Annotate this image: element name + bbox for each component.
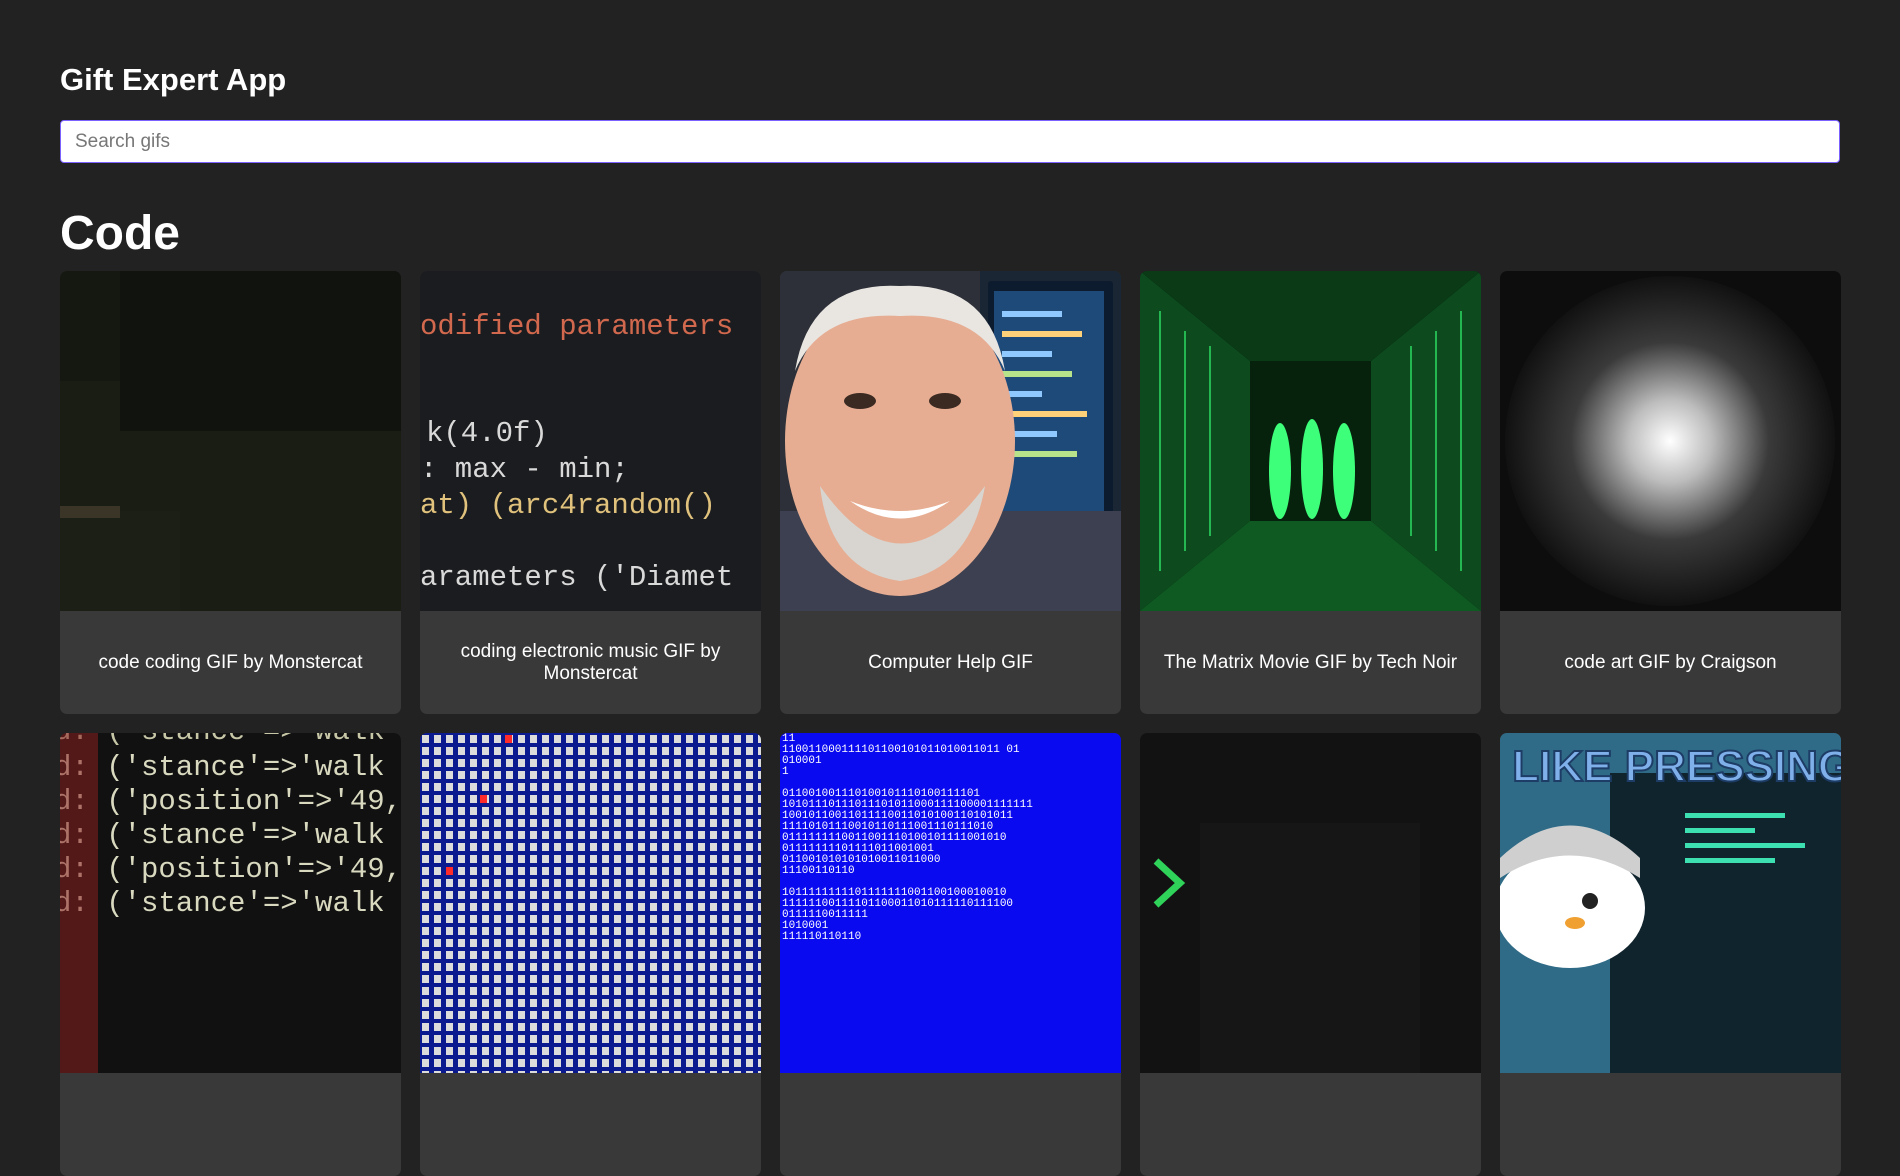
binary-line: 1 <box>782 766 789 778</box>
meme-caption: I LIKE PRESSING <box>1500 742 1841 791</box>
code-line: d: ('stance'=>'walk <box>60 751 385 784</box>
gif-grid: code coding GIF by Monstercat odified pa… <box>60 271 1841 1176</box>
search-form <box>60 120 1840 163</box>
gif-image[interactable] <box>60 271 401 611</box>
gif-image[interactable]: 11 110011000111101100101011010011011 01 … <box>780 733 1121 1073</box>
gif-card[interactable]: odified parameters k(4.0f) : max - min; … <box>420 271 761 714</box>
gif-card[interactable] <box>1140 733 1481 1176</box>
gif-title: code coding GIF by Monstercat <box>98 651 363 673</box>
gif-card[interactable]: I LIKE PRESSING <box>1500 733 1841 1176</box>
search-input[interactable] <box>60 120 1840 163</box>
code-line: d: ('stance'=>'walk <box>60 819 385 852</box>
gif-image[interactable] <box>420 733 761 1073</box>
code-line: d: ('stance'=>'walk <box>60 733 385 748</box>
code-line: odified parameters <box>420 310 733 343</box>
app-title: Gift Expert App <box>60 62 287 97</box>
code-line: k(4.0f) <box>426 417 548 450</box>
gif-title: code art GIF by Craigson <box>1564 651 1777 673</box>
gif-card[interactable]: The Matrix Movie GIF by Tech Noir <box>1140 271 1481 714</box>
gif-image[interactable] <box>1140 733 1481 1073</box>
code-line: d: ('position'=>'49, <box>60 785 401 818</box>
gif-card[interactable]: code art GIF by Craigson <box>1500 271 1841 714</box>
gif-title: The Matrix Movie GIF by Tech Noir <box>1163 651 1458 673</box>
gif-title: coding electronic music GIF by Monsterca… <box>460 640 721 684</box>
code-line: at) (arc4random() <box>420 489 716 522</box>
gif-image[interactable]: I LIKE PRESSING <box>1500 733 1841 1073</box>
gif-title: Computer Help GIF <box>868 651 1033 673</box>
gif-image[interactable] <box>1140 271 1481 611</box>
code-line: d: ('position'=>'49, <box>60 853 401 886</box>
code-line: arameters ('Diamet <box>420 561 733 594</box>
category-title: Code <box>60 207 180 260</box>
gif-expert-app: Gift Expert App Code code coding GIF by … <box>0 0 1900 1176</box>
gif-card[interactable]: code coding GIF by Monstercat <box>60 271 401 714</box>
gif-card[interactable]: 11 110011000111101100101011010011011 01 … <box>780 733 1121 1176</box>
code-line: : max - min; <box>420 453 629 486</box>
gif-image[interactable] <box>1500 271 1841 611</box>
binary-line: 11100110110 <box>782 865 855 877</box>
gif-image[interactable]: odified parameters k(4.0f) : max - min; … <box>420 271 761 611</box>
code-line: d: ('stance'=>'walk <box>60 887 385 920</box>
gif-card[interactable]: d: ('stance'=>'walk d: ('stance'=>'walk … <box>60 733 401 1176</box>
gif-image[interactable] <box>780 271 1121 611</box>
binary-line: 111110110110 <box>782 931 861 943</box>
gif-card[interactable]: Computer Help GIF <box>780 271 1121 714</box>
gif-card[interactable] <box>420 733 761 1176</box>
gif-image[interactable]: d: ('stance'=>'walk d: ('stance'=>'walk … <box>60 733 401 1073</box>
